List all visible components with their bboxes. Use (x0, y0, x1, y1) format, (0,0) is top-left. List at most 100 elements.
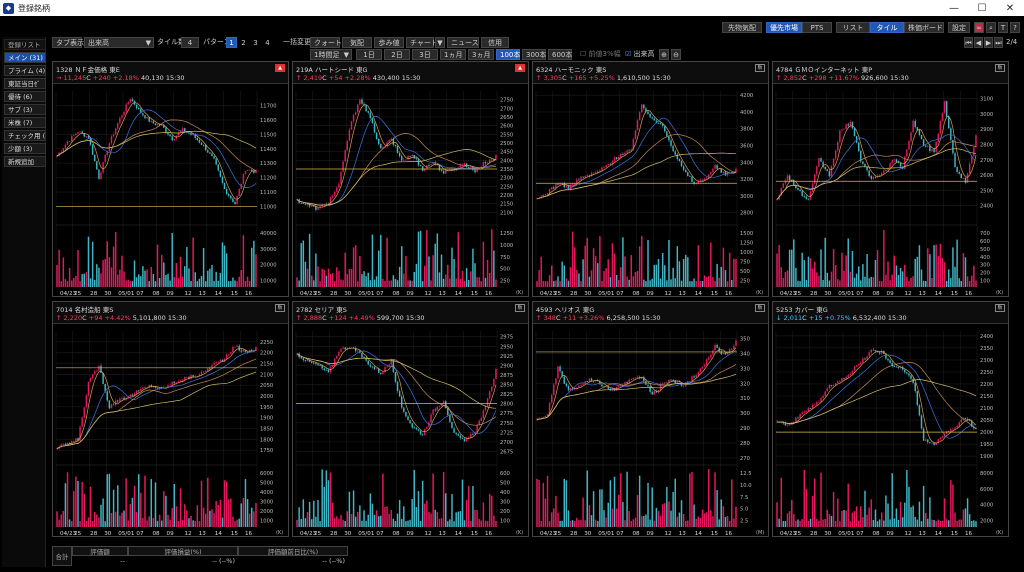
stock-name[interactable]: ヘリオス (555, 306, 581, 314)
board-icon[interactable]: 板 (275, 304, 285, 312)
volume-bar (801, 519, 803, 527)
volume-tick-label: 750 (740, 260, 750, 266)
sidebar-item-yutai[interactable]: 優待 (6) (4, 91, 46, 102)
minimize-button[interactable]: — (940, 0, 968, 16)
volume-bar (620, 473, 622, 527)
settings-button[interactable]: 設定 (948, 22, 970, 33)
sidebar-item-main[interactable]: メイン (31) (4, 52, 46, 63)
range-3d[interactable]: 3日 (412, 49, 438, 60)
quote-button[interactable]: クォート (310, 37, 342, 48)
count-300[interactable]: 300本 (522, 49, 546, 60)
range-1m[interactable]: 1ヵ月 (440, 49, 466, 60)
volume-bar (465, 268, 468, 287)
board-icon[interactable]: 板 (995, 304, 1005, 312)
pts-tab[interactable]: PTS (802, 22, 832, 33)
board-icon[interactable]: 板 (755, 64, 765, 72)
pattern-button-4[interactable]: 4 (262, 37, 273, 48)
last-page-icon[interactable]: ⏭ (994, 37, 1003, 48)
tile-count-select[interactable]: 4 (181, 37, 199, 48)
stock-name[interactable]: 名村造船 (75, 306, 101, 314)
kehai-button[interactable]: 気配 (342, 37, 372, 48)
candle (344, 150, 346, 162)
pref-quote-button[interactable]: 先物気配 (722, 22, 762, 33)
volume-bar (555, 280, 557, 287)
stock-panel[interactable]: 1328 ＮＦ金価格 東E → 11,245C +240 +2.18% 40,13… (52, 61, 289, 297)
stock-panel[interactable]: 2782 セリア 東S ↑ 2,888C +124 +4.49% 599,700 … (292, 301, 529, 537)
sidebar-item-us-stocks[interactable]: 米株 (7) (4, 117, 46, 128)
alert-icon[interactable]: ▲ (275, 64, 285, 72)
sidebar-item-check[interactable]: チェック用 ( (4, 130, 46, 141)
stock-name[interactable]: カバー (795, 306, 815, 314)
help-icon[interactable]: ? (1010, 22, 1020, 33)
candle (615, 157, 618, 160)
text-icon[interactable]: T (998, 22, 1008, 33)
chart-menu-chevron-icon[interactable]: ▼ (435, 37, 445, 48)
tab-display-button[interactable]: タブ表示 (52, 37, 84, 48)
zoom-in-icon[interactable]: ⊕ (659, 49, 669, 60)
volume-bar (853, 511, 856, 527)
stock-panel[interactable]: 4593 ヘリオス 東G ↑ 348C +11 +3.26% 6,258,500 … (532, 301, 769, 537)
first-page-icon[interactable]: ⏮ (964, 37, 973, 48)
bulk-change-label: 一括変更 (283, 38, 311, 46)
candle (908, 141, 910, 150)
sidebar-item-add-new[interactable]: 新規追加 (4, 156, 46, 167)
board-icon[interactable]: 板 (995, 64, 1005, 72)
summary-footer: 合計 評価額 評価損益(%) 評価額前日比(%) -- -- (--%) -- … (52, 546, 348, 566)
news-button[interactable]: ニュース (447, 37, 479, 48)
range-1d[interactable]: 1日 (356, 49, 382, 60)
stock-panel[interactable]: 5253 カバー 東G ↓ 2,011C +15 +0.75% 6,532,400… (772, 301, 1009, 537)
stock-name[interactable]: ＮＦ金価格 (75, 66, 108, 74)
volume-option[interactable]: ☑ 出来高 (625, 49, 655, 60)
stock-panel[interactable]: 4784 ＧＭＯインターネット 東P ↑ 2,852C +298 +11.67% … (772, 61, 1009, 297)
pattern-button-2[interactable]: 2 (238, 37, 249, 48)
board-icon[interactable]: 板 (515, 304, 525, 312)
stock-panel[interactable]: 7014 名村造船 東S ↑ 2,220C +94 +4.42% 5,101,80… (52, 301, 289, 537)
link-icon[interactable]: ∞ (974, 22, 984, 33)
candle (300, 202, 302, 204)
bukai-button[interactable]: 歩み値 (374, 37, 404, 48)
volume-bar (659, 278, 662, 287)
candle (219, 170, 222, 177)
alert-icon[interactable]: ▲ (515, 64, 525, 72)
sidebar-item-prime[interactable]: プライム (4) (4, 65, 46, 76)
y-tick-label: 2200 (980, 382, 993, 388)
volume-bar (908, 280, 910, 287)
interval-dropdown[interactable]: 1時間足 ▼ (310, 49, 352, 60)
range-2d[interactable]: 2日 (384, 49, 410, 60)
maximize-button[interactable]: ☐ (968, 0, 996, 16)
board-view-tab[interactable]: 株価ボード (904, 22, 944, 33)
stock-name[interactable]: ＧＭＯインターネット (795, 66, 860, 74)
sidebar-item-small[interactable]: 少額 (3) (4, 143, 46, 154)
zoom-out-icon[interactable]: ⊖ (671, 49, 681, 60)
list-view-tab[interactable]: リスト (836, 22, 870, 33)
next-page-icon[interactable]: ▶ (984, 37, 993, 48)
stock-panel[interactable]: 6324 ハーモニック 東S ↑ 3,305C +165 +5.25% 1,610… (532, 61, 769, 297)
pattern-button-1[interactable]: 1 (226, 37, 237, 48)
stock-name[interactable]: セリア (315, 306, 335, 314)
tab-select-dropdown[interactable]: 出来高 ▼ (84, 37, 154, 48)
pattern-button-3[interactable]: 3 (250, 37, 261, 48)
volume-bar (733, 518, 735, 527)
range-3m[interactable]: 3ヵ月 (468, 49, 494, 60)
chart-button[interactable]: チャート (406, 37, 438, 48)
close-button[interactable]: ✕ (996, 0, 1024, 16)
market-tab[interactable]: 優先市場 (766, 22, 802, 33)
prev-page-icon[interactable]: ◀ (974, 37, 983, 48)
stock-name[interactable]: ハートシード (315, 66, 354, 74)
board-icon[interactable]: 板 (755, 304, 765, 312)
panel-quote: ↑ 2,220C +94 +4.42% 5,101,800 15:30 (56, 314, 187, 322)
sidebar-item-sub[interactable]: サブ (3) (4, 104, 46, 115)
volume-bar (377, 516, 380, 527)
count-600[interactable]: 600本 (548, 49, 572, 60)
volume-bar (390, 280, 392, 287)
stock-name[interactable]: ハーモニック (555, 66, 594, 74)
tile-view-tab[interactable]: タイル (870, 22, 904, 33)
sidebar-item-tse-today[interactable]: 東証当日ｾﾞ (4, 78, 46, 89)
prev-3pct-option[interactable]: ☐ 前値3%幅 (580, 49, 621, 60)
search-icon[interactable]: ⌕ (986, 22, 996, 33)
volume-bar (588, 276, 591, 287)
credit-button[interactable]: 信用 (481, 37, 509, 48)
volume-bar (973, 520, 975, 527)
stock-panel[interactable]: 219A ハートシード 東G ↑ 2,419C +54 +2.28% 430,40… (292, 61, 529, 297)
count-100[interactable]: 100本 (496, 49, 520, 60)
